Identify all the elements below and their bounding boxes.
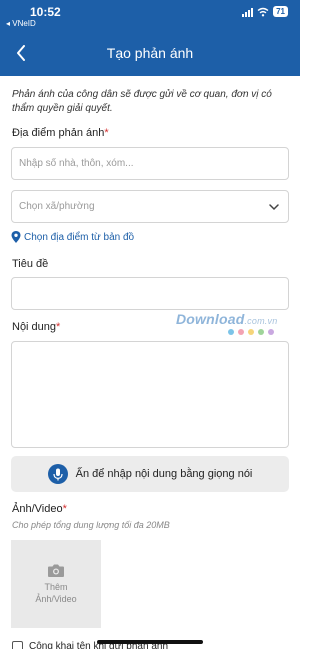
required-mark: *	[56, 321, 61, 333]
intro-text: Phản ánh của công dân sẽ được gửi về cơ …	[12, 89, 272, 114]
location-label: Địa điểm phản ánh	[12, 127, 105, 139]
address-placeholder: Nhập số nhà, thôn, xóm...	[19, 158, 134, 169]
ward-placeholder: Chọn xã/phường	[19, 201, 95, 212]
public-name-checkbox[interactable]	[12, 641, 23, 649]
content-label-row: Nội dung*	[12, 321, 60, 333]
required-mark: *	[104, 127, 109, 139]
map-pin-icon	[11, 231, 21, 243]
location-label-row: Địa điểm phản ánh*	[12, 127, 109, 139]
address-input[interactable]: Nhập số nhà, thôn, xóm...	[11, 147, 289, 180]
title-input[interactable]	[11, 277, 289, 310]
media-size-hint: Cho phép tổng dung lượng tối đa 20MB	[12, 520, 170, 530]
required-mark: *	[62, 503, 67, 515]
voice-input-button[interactable]: Ấn để nhập nội dung bằng giọng nói	[11, 456, 289, 492]
status-indicators: 71	[242, 6, 288, 17]
add-media-button[interactable]: Thêm Ảnh/Video	[11, 540, 101, 628]
watermark-dots	[228, 329, 277, 335]
choose-on-map-link[interactable]: Chọn địa điểm từ bản đồ	[11, 231, 134, 243]
watermark-brand: Download	[176, 311, 245, 327]
add-media-label: Thêm Ảnh/Video	[35, 582, 77, 604]
download-watermark: Download.com.vn	[176, 311, 277, 335]
app-header: 10:52 ◂ VNeID 71 Tạo phản ánh	[0, 0, 300, 76]
page-title: Tạo phản ánh	[106, 45, 194, 61]
voice-input-label: Ấn để nhập nội dung bằng giọng nói	[75, 468, 253, 480]
chevron-down-icon	[269, 204, 279, 211]
home-indicator[interactable]	[97, 640, 203, 644]
media-label-row: Ảnh/Video*	[12, 503, 67, 515]
title-label: Tiêu đề	[12, 258, 49, 270]
watermark-text: Download.com.vn	[176, 311, 277, 327]
status-back-to-app[interactable]: ◂ VNeID	[6, 19, 36, 28]
choose-on-map-label: Chọn địa điểm từ bản đồ	[24, 231, 135, 243]
media-label: Ảnh/Video	[12, 503, 63, 515]
watermark-suffix: .com.vn	[244, 316, 278, 326]
wifi-icon	[257, 7, 269, 16]
microphone-icon	[47, 464, 68, 484]
content-textarea[interactable]	[11, 341, 289, 448]
battery-icon: 71	[273, 6, 288, 17]
cellular-signal-icon	[242, 7, 254, 17]
ward-select[interactable]: Chọn xã/phường	[11, 190, 289, 223]
camera-icon	[48, 564, 64, 577]
content-label: Nội dung	[12, 321, 57, 333]
status-time: 10:52	[30, 5, 61, 19]
